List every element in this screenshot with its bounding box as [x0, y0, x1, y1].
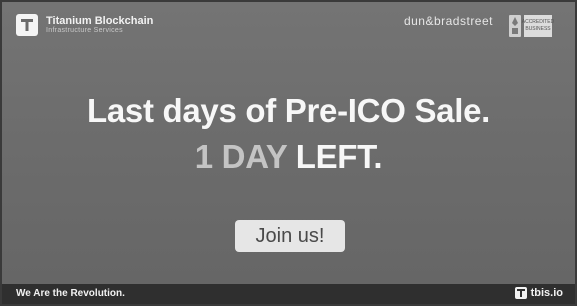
site-url[interactable]: tbis.io	[531, 287, 563, 299]
ad-frame: Titanium Blockchain Infrastructure Servi…	[0, 0, 577, 306]
titanium-logo-icon	[16, 14, 38, 36]
brand-logo-group[interactable]: Titanium Blockchain Infrastructure Servi…	[16, 14, 153, 36]
partner-name: dun&bradstreet	[403, 14, 493, 28]
site-link[interactable]: tbis.io	[514, 287, 563, 299]
headline: Last days of Pre-ICO Sale.	[86, 92, 490, 129]
titanium-small-logo-icon	[514, 287, 527, 299]
footer-slogan: We Are the Revolution.	[16, 288, 125, 299]
brand-subtitle: Infrastructure Services	[46, 27, 123, 35]
brand-text: Titanium Blockchain Infrastructure Servi…	[46, 15, 153, 35]
accredited-badge: ACCREDITED BUSINESS	[509, 14, 554, 38]
countdown-left: LEFT.	[295, 138, 383, 175]
footer-bar: We Are the Revolution. tbis.io	[2, 284, 575, 304]
ad-banner[interactable]: Titanium Blockchain Infrastructure Servi…	[2, 2, 575, 284]
badge-label: ACCREDITED BUSINESS	[522, 15, 554, 37]
countdown-days: 1 DAY	[194, 138, 287, 175]
dun-bradstreet-logo: dun&bradstreet	[404, 14, 493, 30]
countdown: 1 DAY LEFT.	[2, 138, 575, 176]
brand-name: Titanium Blockchain	[46, 15, 154, 28]
join-us-button[interactable]: Join us!	[235, 220, 345, 252]
bbb-torch-icon	[509, 15, 521, 37]
